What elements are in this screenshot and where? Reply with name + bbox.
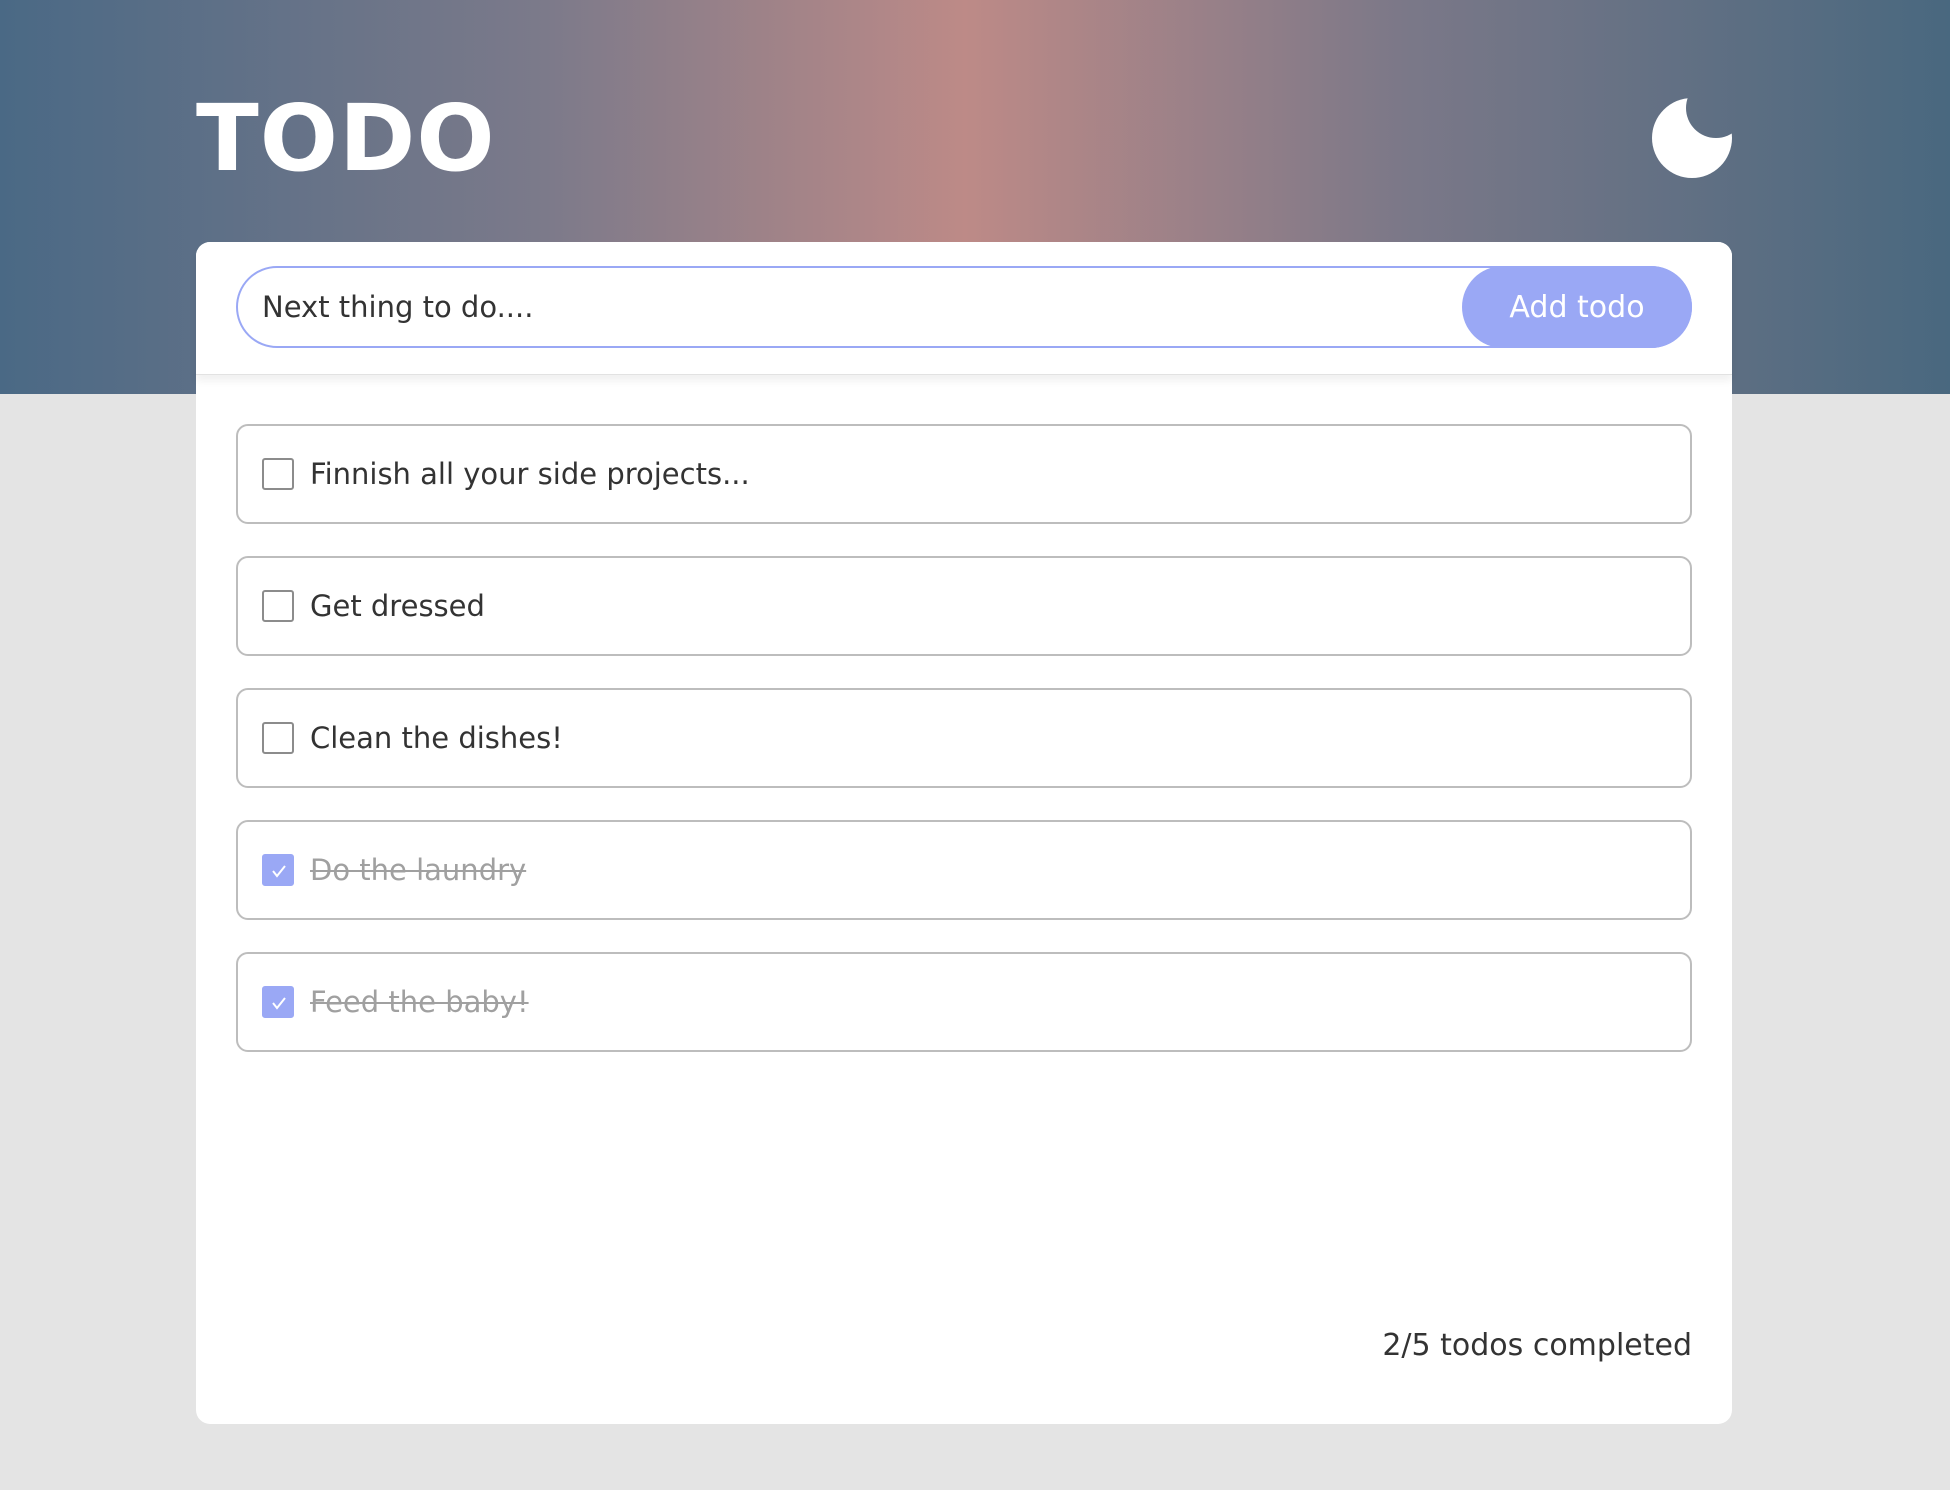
add-todo-button[interactable]: Add todo <box>1462 266 1692 348</box>
new-todo-input[interactable] <box>238 268 1468 346</box>
completion-status: 2/5 todos completed <box>1382 1328 1692 1363</box>
theme-toggle-button[interactable] <box>1650 96 1734 180</box>
todo-text: Do the laundry <box>310 853 527 887</box>
todo-item: Get dressed <box>236 556 1692 656</box>
todo-list: Finnish all your side projects... Get dr… <box>236 424 1692 1084</box>
todo-checkbox[interactable] <box>262 722 294 754</box>
checkmark-icon <box>272 997 286 1010</box>
todo-checkbox-checked[interactable] <box>262 986 294 1018</box>
todo-text: Feed the baby! <box>310 985 529 1019</box>
todo-item: Do the laundry <box>236 820 1692 920</box>
app-title: TODO <box>196 85 496 192</box>
todo-text: Get dressed <box>310 589 485 623</box>
new-todo-bar: Add todo <box>196 242 1732 375</box>
todo-item: Clean the dishes! <box>236 688 1692 788</box>
todo-item: Finnish all your side projects... <box>236 424 1692 524</box>
todo-checkbox[interactable] <box>262 590 294 622</box>
todo-item: Feed the baby! <box>236 952 1692 1052</box>
todo-checkbox-checked[interactable] <box>262 854 294 886</box>
todo-checkbox[interactable] <box>262 458 294 490</box>
checkmark-icon <box>272 865 286 878</box>
todo-text: Clean the dishes! <box>310 721 563 755</box>
todo-text: Finnish all your side projects... <box>310 457 750 491</box>
moon-icon <box>1652 98 1732 178</box>
todo-card: Add todo Finnish all your side projects.… <box>196 242 1732 1424</box>
